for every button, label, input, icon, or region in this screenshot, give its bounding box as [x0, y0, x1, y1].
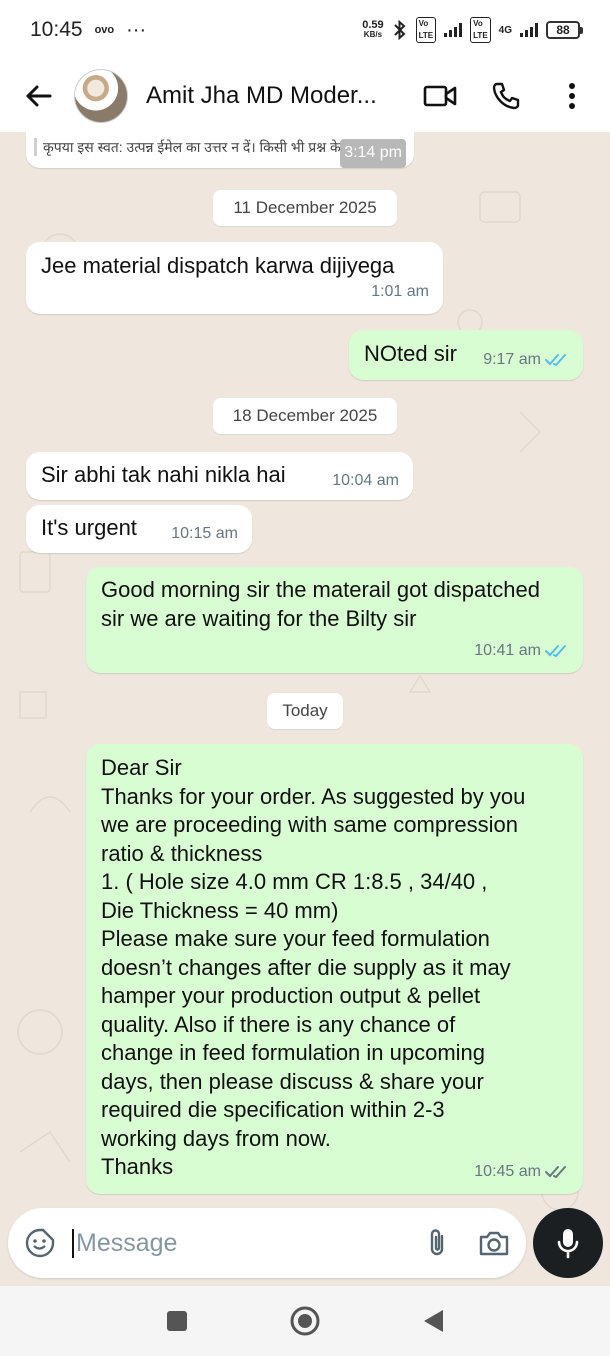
- system-navigation-bar: [0, 1286, 610, 1356]
- voice-call-button[interactable]: [486, 76, 526, 116]
- message-composer: [8, 1208, 526, 1278]
- message-time: 10:41 am: [474, 641, 541, 659]
- message-time: 10:04 am: [332, 471, 399, 489]
- message-text: Good morning sir the materail got dispat…: [101, 577, 541, 631]
- more-notifications-icon: ···: [126, 18, 147, 41]
- video-camera-icon: [423, 85, 457, 107]
- contact-name[interactable]: Amit Jha MD Moder...: [146, 82, 396, 110]
- signal-bars-icon-2: [520, 23, 538, 37]
- message-bubble-outgoing[interactable]: Good morning sir the materail got dispat…: [86, 567, 583, 673]
- double-check-delivered-icon: [545, 1165, 566, 1178]
- status-time: 10:45: [30, 18, 83, 41]
- volte-icon-2: Vo LTE: [470, 17, 491, 43]
- battery-level: 88: [556, 23, 570, 37]
- back-arrow-icon: [26, 85, 52, 107]
- message-text: NOted sir: [364, 341, 457, 366]
- message-line: ratio & thickness: [101, 840, 263, 866]
- message-line: quality. Also if there is any chance of: [101, 1011, 456, 1037]
- chat-area[interactable]: कृपया इस स्वत: उत्पन्न ईमेल का उत्तर न द…: [0, 132, 610, 1282]
- message-time: 3:14 pm: [340, 139, 406, 168]
- date-separator: 11 December 2025: [213, 190, 397, 226]
- speed-unit: KB/s: [363, 30, 383, 39]
- message-text: Sir abhi tak nahi nikla hai: [41, 462, 286, 487]
- message-time: 9:17 am: [483, 350, 541, 368]
- chat-header: Amit Jha MD Moder...: [0, 60, 610, 132]
- phone-icon: [492, 82, 520, 110]
- message-bubble-incoming[interactable]: It's urgent 10:15 am: [26, 505, 252, 553]
- carrier-label: ovo: [94, 24, 115, 36]
- message-bubble-outgoing[interactable]: Dear Sir Thanks for your order. As sugge…: [86, 744, 583, 1194]
- attach-icon[interactable]: [426, 1227, 448, 1259]
- message-line: we are proceeding with same compression: [101, 812, 518, 837]
- message-line: working days from now.: [101, 1125, 331, 1151]
- voice-message-button[interactable]: [533, 1208, 603, 1278]
- message-bubble-incoming[interactable]: कृपया इस स्वत: उत्पन्न ईमेल का उत्तर न द…: [26, 132, 414, 168]
- message-time: 1:01 am: [371, 282, 429, 300]
- recent-apps-icon[interactable]: [165, 1309, 189, 1333]
- message-line: Die Thickness = 40 mm): [101, 897, 339, 923]
- date-separator: 18 December 2025: [213, 398, 397, 434]
- speed-value: 0.59: [362, 19, 384, 31]
- message-line: hamper your production output & pellet: [101, 983, 481, 1008]
- status-bar: 10:45 ovo ··· 0.59 KB/s Vo LTE Vo LTE 4G 8…: [0, 0, 610, 60]
- message-text: It's urgent: [41, 515, 137, 540]
- home-icon[interactable]: [289, 1305, 321, 1337]
- contact-avatar[interactable]: [74, 69, 128, 123]
- bluetooth-icon: [393, 20, 406, 40]
- message-time: 10:15 am: [171, 524, 238, 542]
- signal-bars-icon: [444, 23, 463, 37]
- message-input[interactable]: [72, 1228, 372, 1258]
- message-text: Dear Sir Thanks for your order. As sugge…: [101, 754, 571, 1182]
- message-text: कृपया इस स्वत: उत्पन्न ईमेल का उत्तर न द…: [34, 138, 374, 156]
- message-line: Dear Sir: [101, 755, 182, 780]
- double-check-read-icon: [545, 644, 566, 657]
- message-line: change in feed formulation in upcoming: [101, 1040, 486, 1065]
- camera-icon[interactable]: [478, 1229, 510, 1257]
- message-bubble-incoming[interactable]: Sir abhi tak nahi nikla hai 10:04 am: [26, 452, 413, 500]
- back-button[interactable]: [18, 76, 58, 116]
- message-line: Thanks for your order. As suggested by y…: [101, 783, 526, 809]
- video-call-button[interactable]: [420, 76, 460, 116]
- message-bubble-incoming[interactable]: Jee material dispatch karwa dijiyega 1:0…: [26, 242, 443, 314]
- battery-icon: 88: [546, 21, 583, 39]
- emoji-sticker-icon[interactable]: [24, 1227, 56, 1259]
- volte-icon: Vo LTE: [415, 17, 437, 43]
- back-nav-icon[interactable]: [421, 1308, 445, 1334]
- message-line: required die specification within 2-3: [101, 1097, 445, 1122]
- message-time: 10:45 am: [474, 1162, 541, 1180]
- message-bubble-outgoing[interactable]: NOted sir 9:17 am: [349, 330, 583, 380]
- double-check-read-icon: [545, 353, 566, 366]
- message-line: doesn’t changes after die supply as it m…: [101, 954, 511, 980]
- message-line: 1. ( Hole size 4.0 mm CR 1:8.5 , 34/40 ,: [101, 869, 488, 894]
- network-type: 4G: [498, 24, 512, 36]
- message-line: Please make sure your feed formulation: [101, 926, 490, 951]
- more-vertical-icon: [569, 83, 575, 109]
- network-speed: 0.59 KB/s: [362, 20, 383, 40]
- date-separator: Today: [267, 693, 343, 729]
- microphone-icon: [557, 1229, 579, 1259]
- message-line: days, then please discuss & share your: [101, 1068, 484, 1094]
- more-options-button[interactable]: [552, 76, 592, 116]
- message-text: Jee material dispatch karwa dijiyega: [41, 253, 395, 278]
